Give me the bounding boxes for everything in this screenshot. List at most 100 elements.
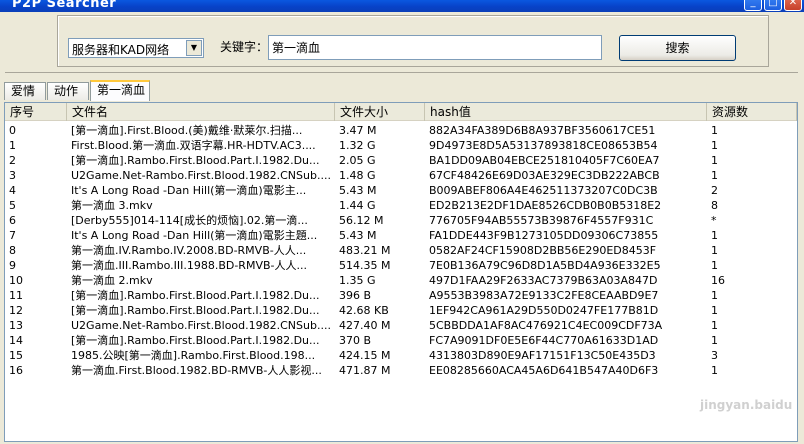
row-hash: 0582AF24CF15908D2BB56E290ED8453F [429, 244, 657, 257]
row-size: 483.21 M [339, 244, 391, 257]
table-row[interactable]: 9 第一滴血.III.Rambo.III.1988.BD-RMVB-人人... 51… [5, 258, 797, 273]
row-index: 1 [9, 139, 16, 152]
row-hash: 776705F94AB55573B39876F4557F931C [429, 214, 654, 227]
column-header-hash[interactable]: hash值 [425, 103, 707, 121]
row-sources: 1 [711, 139, 718, 152]
row-index: 0 [9, 124, 16, 137]
table-row[interactable]: 8 第一滴血.IV.Rambo.IV.2008.BD-RMVB-人人... 483.… [5, 243, 797, 258]
row-filename: 1985.公映[第一滴血].Rambo.First.Blood.198... [71, 349, 316, 362]
row-hash: FA1DDE443F9B1273105DD09306C73855 [429, 229, 659, 242]
row-sources: 1 [711, 244, 718, 257]
maximize-button[interactable]: □ [764, 0, 782, 11]
row-filename: 第一滴血 3.mkv [71, 199, 153, 212]
table-row[interactable]: 7 It's A Long Road -Dan Hill(第一滴血)電影主題...… [5, 228, 797, 243]
column-header-size[interactable]: 文件大小 [335, 103, 425, 121]
row-size: 514.35 M [339, 259, 391, 272]
row-sources: 1 [711, 334, 718, 347]
row-index: 2 [9, 154, 16, 167]
row-index: 16 [9, 364, 23, 377]
row-filename: [第一滴血].First.Blood.(美)戴维·默莱尔.扫描... [71, 124, 303, 137]
row-hash: A9553B3983A72E9133C2FE8CEAABD9E7 [429, 289, 659, 302]
row-sources: * [711, 214, 717, 227]
table-row[interactable]: 13 U2Game.Net-Rambo.First.Blood.1982.CNSu… [5, 318, 797, 333]
row-sources: 8 [711, 199, 718, 212]
row-index: 14 [9, 334, 23, 347]
row-hash: ED2B213E2DF1DAE8526CDB0B0B5318E2 [429, 199, 662, 212]
table-row[interactable]: 1 First.Blood.第一滴血.双语字幕.HR-HDTV.AC3.... 1.… [5, 138, 797, 153]
row-hash: 67CF48426E69D03AE329EC3DB222ABCB [429, 169, 660, 182]
row-size: 427.40 M [339, 319, 391, 332]
row-index: 5 [9, 199, 16, 212]
table-row[interactable]: 4 It's A Long Road -Dan Hill(第一滴血)電影主...… [5, 183, 797, 198]
tab-romance[interactable]: 爱情 [4, 82, 46, 100]
keyword-input[interactable] [268, 35, 602, 60]
source-select[interactable]: 服务器和KAD网络 ▼ [68, 38, 204, 58]
column-header-filename[interactable]: 文件名 [67, 103, 335, 121]
row-sources: 16 [711, 274, 725, 287]
table-row[interactable]: 5 第一滴血 3.mkv 1.44 G ED2B213E2DF1DAE8526CDB0… [5, 198, 797, 213]
row-size: 2.05 G [339, 154, 376, 167]
row-filename: [第一滴血].Rambo.First.Blood.Part.I.1982.Du.… [71, 154, 320, 167]
row-size: 1.44 G [339, 199, 376, 212]
table-row[interactable]: 12 [第一滴血].Rambo.First.Blood.Part.I.1982.D… [5, 303, 797, 318]
row-filename: [第一滴血].Rambo.First.Blood.Part.I.1982.Du.… [71, 304, 320, 317]
watermark: jingyan.baidu [700, 398, 793, 412]
table-row[interactable]: 15 1985.公映[第一滴血].Rambo.First.Blood.198...… [5, 348, 797, 363]
row-filename: 第一滴血.IV.Rambo.IV.2008.BD-RMVB-人人... [71, 244, 307, 257]
close-button[interactable]: ✕ [784, 0, 802, 11]
row-sources: 1 [711, 364, 718, 377]
results-list[interactable]: 序号 文件名 文件大小 hash值 资源数 0 [第一滴血].First.Bloo… [4, 102, 798, 442]
column-header-index[interactable]: 序号 [5, 103, 67, 121]
row-hash: 5CBBDDA1AF8AC476921C4EC009CDF73A [429, 319, 663, 332]
row-filename: First.Blood.第一滴血.双语字幕.HR-HDTV.AC3.... [71, 139, 316, 152]
row-index: 9 [9, 259, 16, 272]
row-index: 10 [9, 274, 23, 287]
row-filename: It's A Long Road -Dan Hill(第一滴血)電影主題... [71, 229, 318, 242]
row-size: 1.48 G [339, 169, 376, 182]
row-index: 15 [9, 349, 23, 362]
row-size: 370 B [339, 334, 372, 347]
row-filename: [第一滴血].Rambo.First.Blood.Part.I.1982.Du.… [71, 289, 320, 302]
row-sources: 1 [711, 169, 718, 182]
row-size: 5.43 M [339, 229, 377, 242]
row-size: 3.47 M [339, 124, 377, 137]
table-row[interactable]: 3 U2Game.Net-Rambo.First.Blood.1982.CNSub… [5, 168, 797, 183]
row-sources: 1 [711, 154, 718, 167]
minimize-button[interactable]: _ [744, 0, 762, 11]
column-header-sources[interactable]: 资源数 [707, 103, 797, 121]
row-hash: 9D4973E8D5A53137893818CE08653B54 [429, 139, 658, 152]
row-size: 396 B [339, 289, 372, 302]
row-index: 13 [9, 319, 23, 332]
tab-action[interactable]: 动作 [47, 82, 89, 100]
table-row[interactable]: 10 第一滴血 2.mkv 1.35 G 497D1FAA29F2633AC7379B… [5, 273, 797, 288]
window-title: P2P Searcher [12, 0, 117, 11]
row-size: 42.68 KB [339, 304, 389, 317]
chevron-down-icon[interactable]: ▼ [186, 40, 202, 56]
table-row[interactable]: 0 [第一滴血].First.Blood.(美)戴维·默莱尔.扫描... 3.47 … [5, 123, 797, 138]
table-row[interactable]: 14 [第一滴血].Rambo.First.Blood.Part.I.1982.D… [5, 333, 797, 348]
row-filename: U2Game.Net-Rambo.First.Blood.1982.CNSub.… [71, 319, 331, 332]
row-hash: B009ABEF806A4E462511373207C0DC3B [429, 184, 658, 197]
table-row[interactable]: 6 [Derby555]014-114[成长的烦恼].02.第一滴... 56.12… [5, 213, 797, 228]
row-sources: 1 [711, 124, 718, 137]
search-button[interactable]: 搜索 [619, 35, 736, 61]
row-index: 8 [9, 244, 16, 257]
row-index: 11 [9, 289, 23, 302]
row-index: 3 [9, 169, 16, 182]
row-filename: [第一滴血].Rambo.First.Blood.Part.I.1982.Du.… [71, 334, 320, 347]
table-row[interactable]: 2 [第一滴血].Rambo.First.Blood.Part.I.1982.Du… [5, 153, 797, 168]
row-index: 4 [9, 184, 16, 197]
row-hash: 7E0B136A79C96D8D1A5BD4A936E332E5 [429, 259, 661, 272]
row-hash: EE08285660ACA45A6D641B547A40D6F3 [429, 364, 659, 377]
source-select-value: 服务器和KAD网络 [72, 43, 170, 57]
keyword-label: 关键字： [220, 40, 269, 54]
row-sources: 3 [711, 349, 718, 362]
table-row[interactable]: 11 [第一滴血].Rambo.First.Blood.Part.I.1982.D… [5, 288, 797, 303]
table-row[interactable]: 16 第一滴血.First.Blood.1982.BD-RMVB-人人影视... 4… [5, 363, 797, 378]
row-filename: It's A Long Road -Dan Hill(第一滴血)電影主... [71, 184, 307, 197]
tab-first-blood[interactable]: 第一滴血 [90, 80, 150, 101]
row-index: 7 [9, 229, 16, 242]
row-hash: 4313803D890E9AF17151F13C50E435D3 [429, 349, 656, 362]
row-size: 424.15 M [339, 349, 391, 362]
row-sources: 1 [711, 259, 718, 272]
